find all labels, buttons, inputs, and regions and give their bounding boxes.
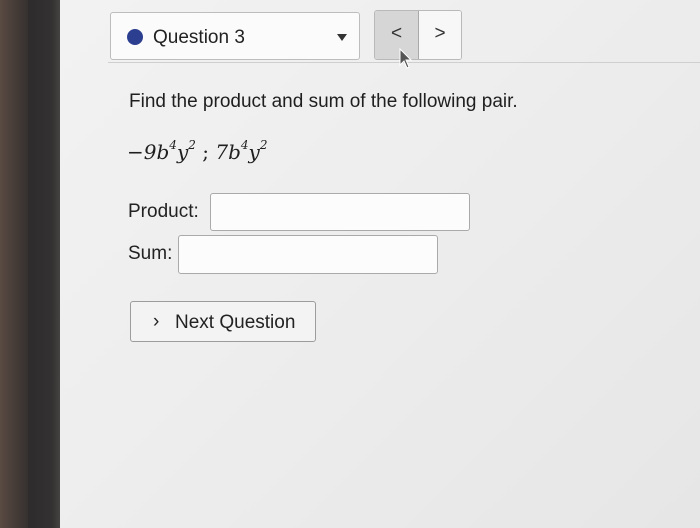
term-a-exponent-b: 4 [169,138,177,153]
question-status-dot-icon [127,29,143,45]
product-input[interactable] [210,193,470,231]
question-navigation: < > [374,10,462,60]
term-b-exponent-y: 2 [259,138,268,153]
device-bezel-shadow [28,0,62,528]
product-label: Product: [128,201,199,222]
next-question-button[interactable]: › Next Question [130,301,316,342]
term-a-exponent-y: 2 [188,138,196,153]
next-question-arrow-button[interactable]: > [419,11,461,59]
term-b-variable-y: y [248,140,260,164]
question-dropdown[interactable]: Question 3 [110,12,360,60]
term-a-variable-y: y [176,140,189,164]
sum-label: Sum: [128,243,173,264]
term-a-coefficient: −9b [127,140,170,164]
mouse-cursor-icon [399,48,413,69]
question-prompt: Find the product and sum of the followin… [129,91,518,112]
math-expression: −9b4y2 ; 7b4y2 [127,138,268,164]
term-separator: ; [195,140,216,164]
sum-input[interactable] [178,235,438,274]
next-question-label: Next Question [175,312,296,333]
chevron-right-icon: > [434,23,446,44]
dropdown-caret-icon [337,34,347,41]
chevron-right-icon: › [153,311,160,332]
term-b-exponent-b: 4 [240,138,249,153]
term-b-coefficient: 7b [215,140,241,164]
chevron-left-icon: < [390,23,403,44]
question-label: Question 3 [153,27,245,48]
